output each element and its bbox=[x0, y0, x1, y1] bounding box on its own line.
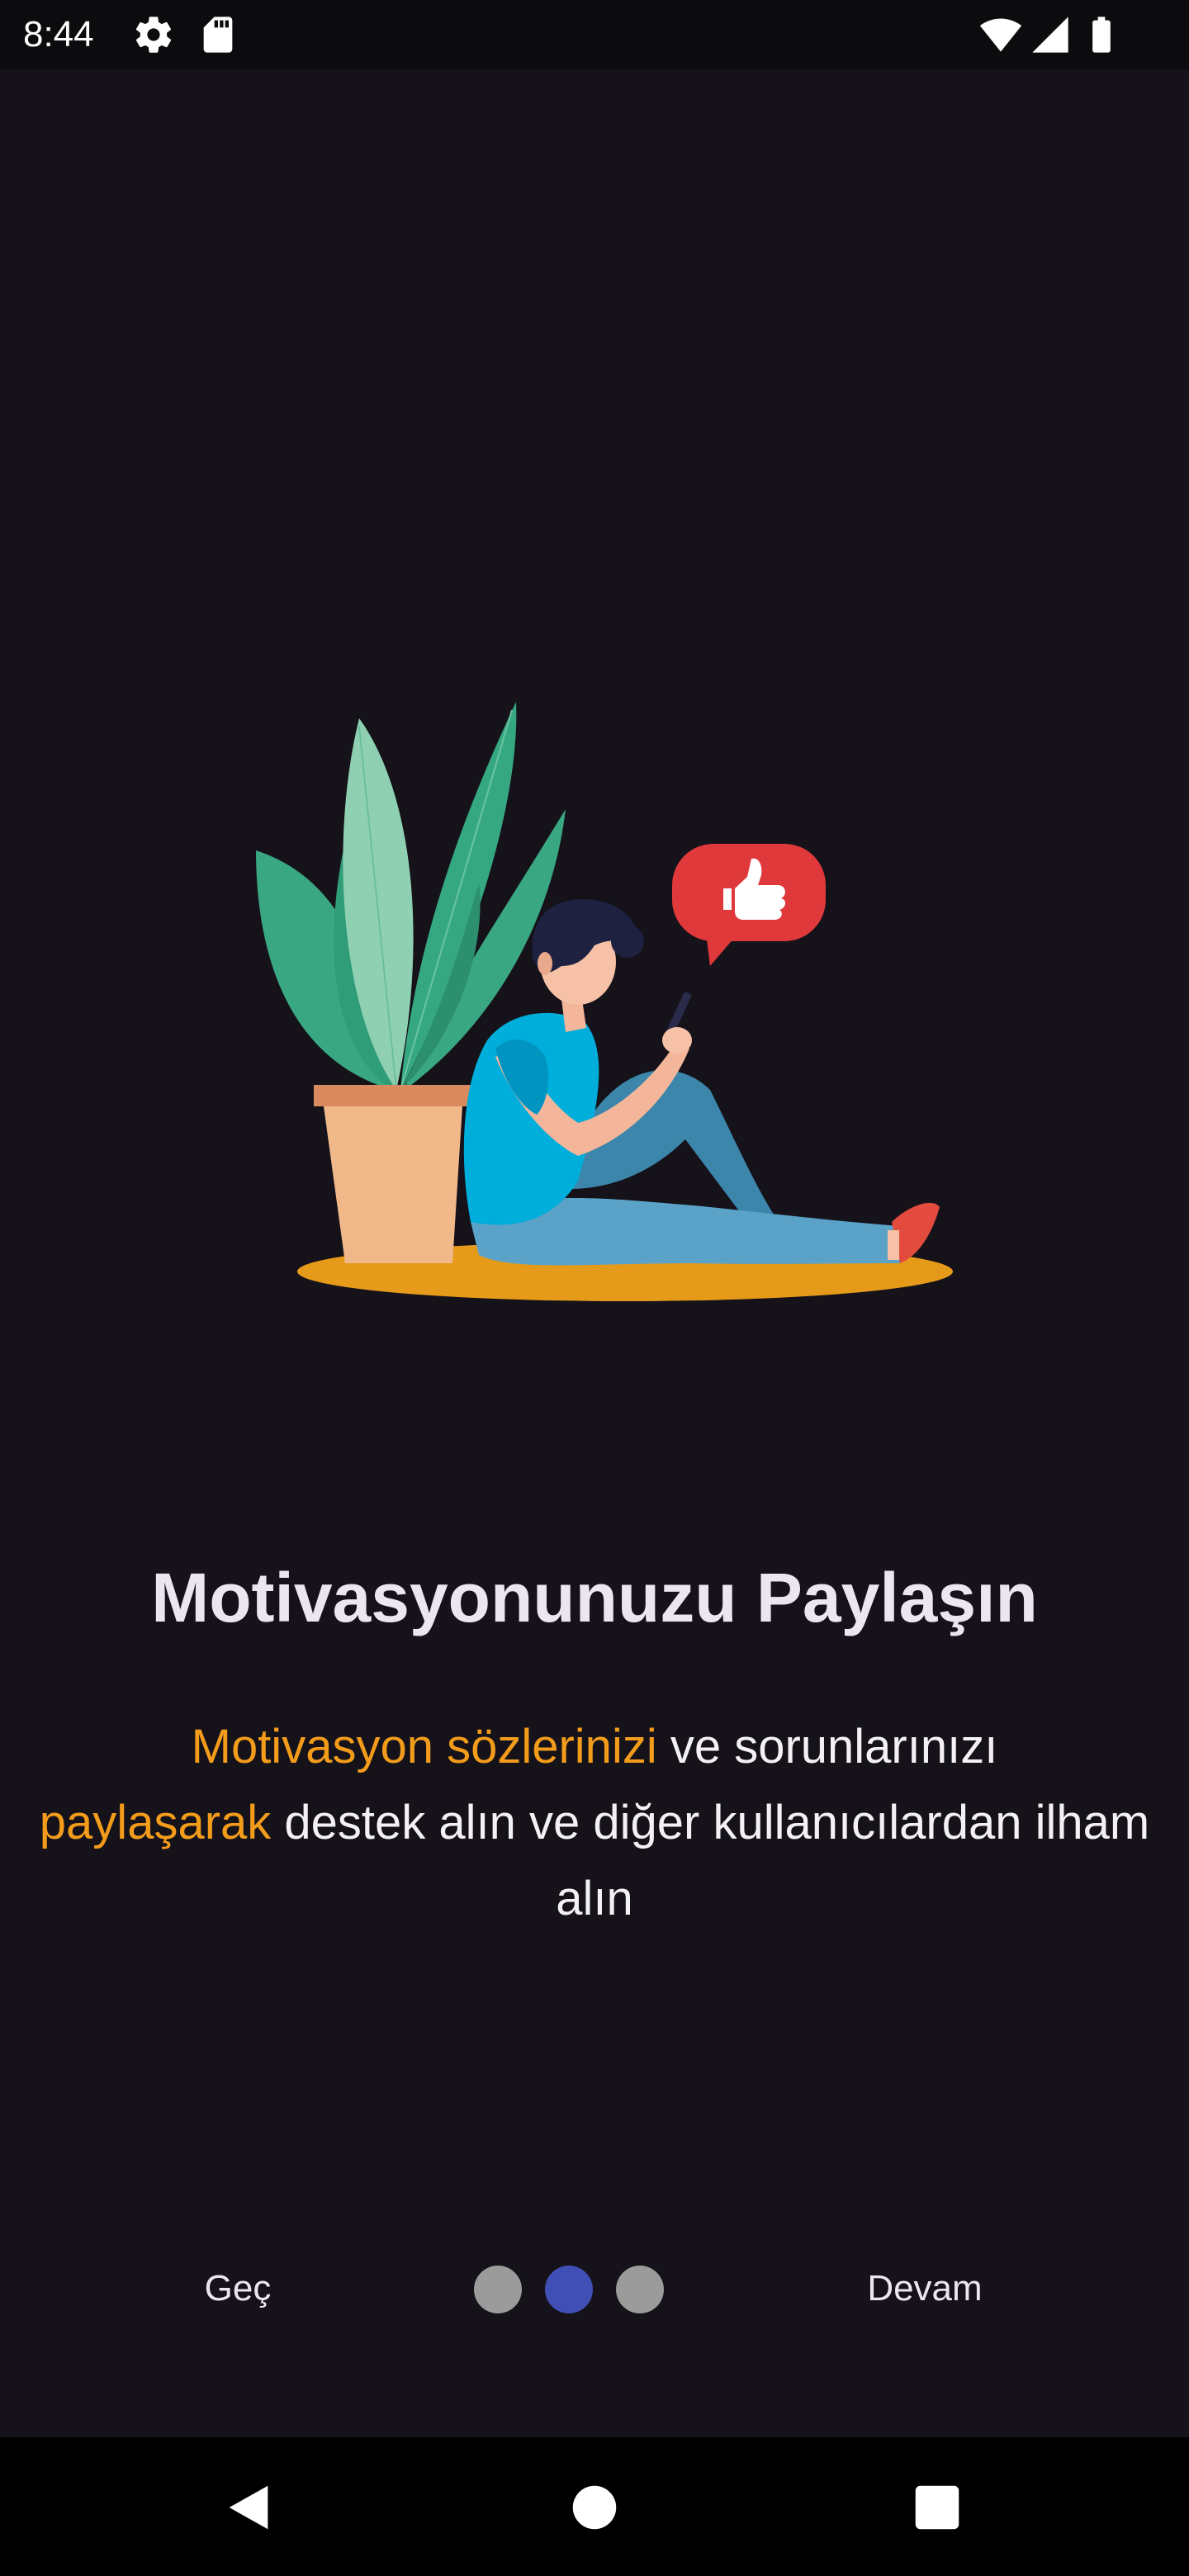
page-dot-3[interactable] bbox=[616, 2266, 664, 2313]
sd-card-icon bbox=[203, 17, 233, 53]
onboarding-description: Motivasyon sözlerinizi ve sorunlarınızı … bbox=[33, 1709, 1156, 1937]
gear-icon bbox=[135, 17, 172, 53]
description-highlight-2: paylaşarak bbox=[39, 1796, 272, 1849]
page-indicator bbox=[474, 2266, 666, 2313]
battery-icon bbox=[1092, 17, 1111, 53]
onboarding-screen: 8:44 Motivasyonunuzu Paylaşın Motivasyon… bbox=[0, 0, 1189, 2576]
like-bubble-icon bbox=[672, 844, 826, 966]
page-dot-1[interactable] bbox=[474, 2266, 522, 2313]
back-icon[interactable] bbox=[220, 2479, 277, 2536]
recents-icon[interactable] bbox=[908, 2479, 966, 2536]
description-text-1: ve sorunlarınızı bbox=[656, 1720, 998, 1773]
onboarding-illustration bbox=[256, 702, 953, 1301]
next-button[interactable]: Devam bbox=[826, 2254, 1024, 2323]
page-dot-2-active[interactable] bbox=[545, 2266, 593, 2313]
onboarding-title: Motivasyonunuzu Paylaşın bbox=[151, 1559, 1038, 1636]
description-text-2: destek alın ve diğer kullanıcılardan ilh… bbox=[271, 1796, 1150, 1925]
wifi-icon bbox=[979, 18, 1022, 52]
person-figure bbox=[463, 899, 940, 1266]
status-time: 8:44 bbox=[23, 14, 94, 54]
skip-button[interactable]: Geç bbox=[165, 2254, 310, 2323]
status-bar: 8:44 bbox=[0, 0, 1189, 69]
home-icon[interactable] bbox=[566, 2479, 623, 2536]
navigation-bar bbox=[0, 2437, 1189, 2576]
cellular-signal-icon bbox=[1032, 17, 1068, 53]
description-highlight-1: Motivasyon sözlerinizi bbox=[191, 1720, 657, 1773]
flower-pot bbox=[314, 1085, 472, 1263]
